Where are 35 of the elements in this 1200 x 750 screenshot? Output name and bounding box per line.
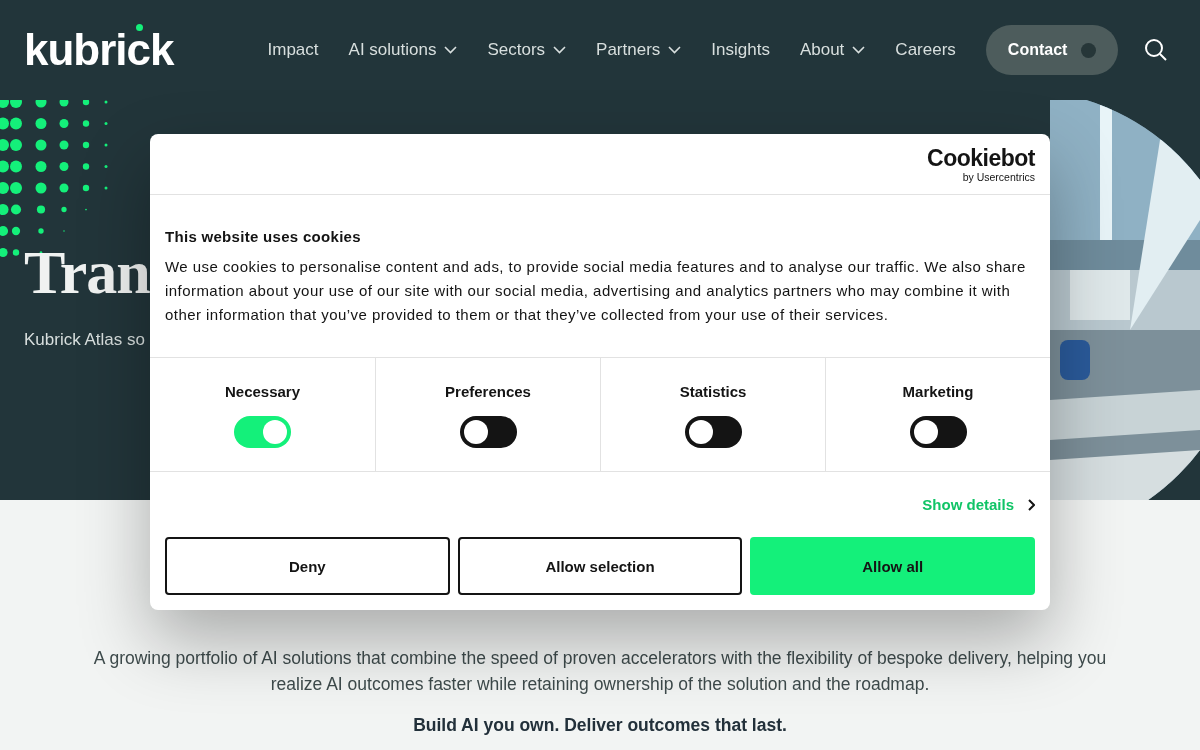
- toggle-switch[interactable]: [234, 416, 291, 448]
- brand-subtitle: by Usercentrics: [962, 172, 1035, 183]
- nav-link[interactable]: Partners: [596, 40, 682, 60]
- search-icon[interactable]: [1144, 38, 1169, 62]
- allow-all-button[interactable]: Allow all: [750, 537, 1035, 595]
- dialog-button[interactable]: Allow selection: [457, 537, 743, 595]
- toggle-switch[interactable]: [684, 416, 742, 448]
- toggle-switch[interactable]: [459, 416, 517, 448]
- tagline: Build AI you own. Deliver outcomes that last.: [413, 715, 787, 736]
- chevron-down-icon: [668, 46, 682, 54]
- cookiebot-logo: Cookiebot: [927, 145, 1035, 173]
- contact-button[interactable]: Contact: [985, 25, 1119, 75]
- nav-link[interactable]: Careers: [895, 40, 956, 60]
- nav-link[interactable]: Sectors: [487, 40, 567, 60]
- chevron-down-icon: [553, 46, 567, 54]
- category-label: Preferences: [445, 383, 531, 400]
- nav-link[interactable]: Impact: [267, 40, 319, 60]
- hero-title: Tran: [24, 237, 150, 308]
- category-label: Statistics: [679, 383, 747, 400]
- intro-paragraph: A growing portfolio of AI solutions that combine the speed of proven accelerators with the flexibility of bespoke delivery, helping you realize AI outcomes faster while retaining ownership of the solution and the roadmap.: [92, 647, 1108, 696]
- chevron-right-icon: [1028, 498, 1035, 511]
- toggle-switch[interactable]: [909, 416, 967, 448]
- nav-link[interactable]: About: [799, 40, 866, 60]
- dialog-button[interactable]: Deny: [165, 537, 450, 595]
- dialog-text: We use cookies to personalise content and ads, to provide social media features and to analyse our traffic. We also share information about your use of our site with our social media, advertising and analytics partners who may combine it with other information that you’ve provided to them or that they’ve collected from your use of their services.: [165, 257, 1027, 325]
- dialog-title: This website uses cookies: [165, 228, 362, 245]
- kubrick-logo[interactable]: kubrick: [24, 28, 174, 72]
- nav-link[interactable]: AI solutions: [348, 40, 458, 60]
- chevron-down-icon: [444, 46, 458, 54]
- hero-subtitle: Kubrick Atlas so: [24, 330, 145, 350]
- category-label: Marketing: [902, 383, 974, 400]
- logo-dot-icon: [136, 24, 143, 31]
- chevron-down-icon: [852, 46, 866, 54]
- category-label: Necessary: [224, 383, 301, 400]
- nav-link[interactable]: Insights: [711, 40, 770, 60]
